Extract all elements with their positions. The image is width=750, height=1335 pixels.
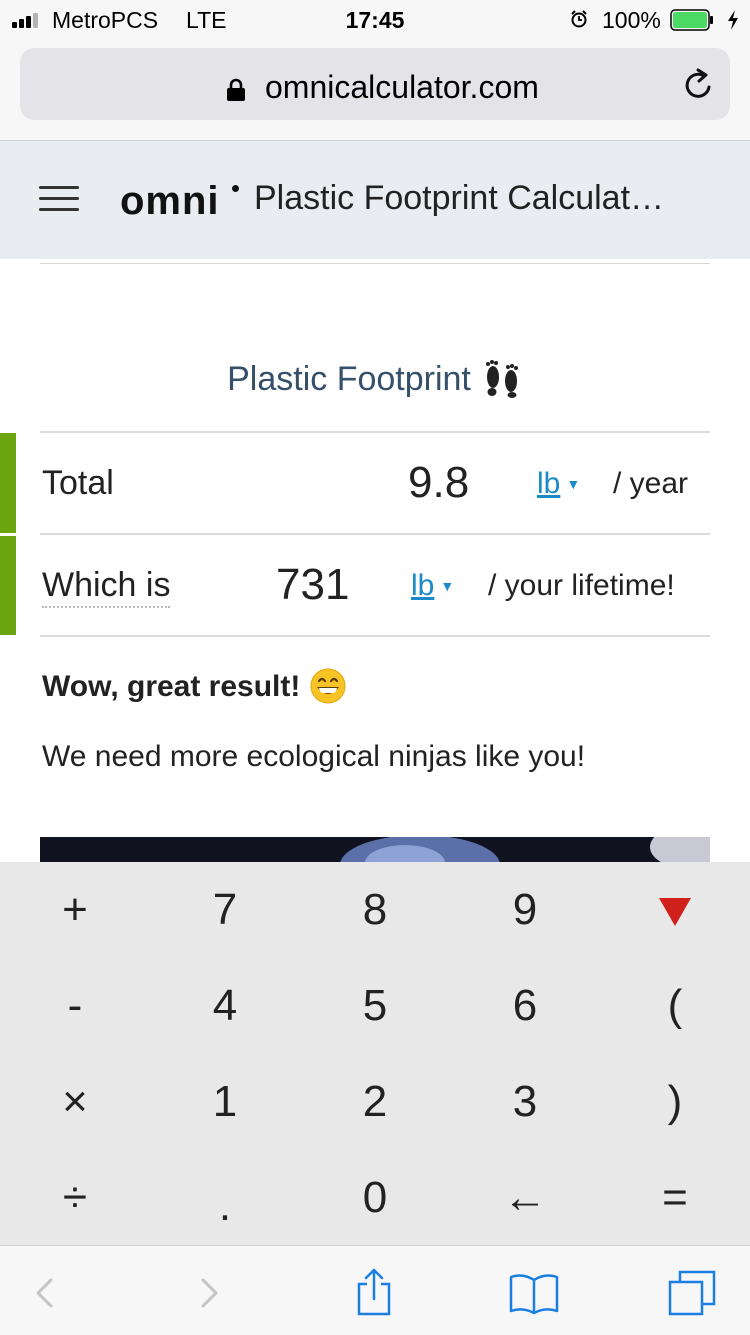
result-message: We need more ecological ninjas like you! (42, 740, 586, 773)
key-close-paren[interactable]: ) (600, 1054, 750, 1150)
address-bar[interactable]: omnicalculator.com (20, 48, 730, 120)
grinning-face-icon (310, 668, 346, 704)
dropdown-caret-icon: ▼ (566, 476, 581, 492)
section-title: Plastic Footprint (0, 358, 750, 399)
result-heading: Wow, great result! (42, 668, 346, 704)
key-6[interactable]: 6 (450, 958, 600, 1054)
browser-top-bar: omnicalculator.com (0, 40, 750, 141)
key-3[interactable]: 3 (450, 1054, 600, 1150)
row-accent-bar (0, 433, 16, 533)
total-unit-select[interactable]: lb ▼ (537, 467, 580, 501)
key-2[interactable]: 2 (300, 1054, 450, 1150)
key-plus[interactable]: + (0, 862, 150, 958)
omni-logo[interactable]: omni (120, 179, 220, 224)
key-8[interactable]: 8 (300, 862, 450, 958)
lifetime-suffix: / your lifetime! (488, 569, 675, 602)
lifetime-unit-select[interactable]: lb ▼ (411, 569, 454, 603)
dropdown-caret-icon: ▼ (440, 578, 455, 594)
key-9[interactable]: 9 (450, 862, 600, 958)
battery-icon (670, 9, 713, 31)
alarm-icon (571, 10, 587, 28)
key-decimal[interactable]: . (150, 1150, 300, 1246)
page-title: Plastic Footprint Calculat… (254, 179, 665, 217)
collapse-arrow-icon (659, 898, 691, 927)
reload-icon[interactable] (682, 68, 716, 102)
footprints-icon (485, 360, 518, 398)
tabs-icon[interactable] (668, 1268, 718, 1318)
bookmarks-icon[interactable] (509, 1268, 559, 1318)
charging-bolt-icon (728, 10, 738, 30)
lifetime-value[interactable]: 731 (276, 560, 349, 610)
divider (40, 263, 710, 264)
row-divider (40, 431, 710, 433)
lock-icon (227, 78, 245, 101)
total-value[interactable]: 9.8 (408, 458, 469, 508)
battery-percentage: 100% (602, 7, 661, 33)
ninja-image (40, 837, 710, 863)
lifetime-unit-label: lb (411, 569, 435, 602)
site-header: omni Plastic Footprint Calculat… (0, 141, 750, 259)
key-divide[interactable]: ÷ (0, 1150, 150, 1246)
key-minus[interactable]: - (0, 958, 150, 1054)
url-text[interactable]: omnicalculator.com (265, 69, 539, 106)
lifetime-label[interactable]: Which is (42, 566, 171, 608)
result-heading-text: Wow, great result! (42, 670, 301, 703)
forward-icon[interactable] (186, 1268, 236, 1318)
key-1[interactable]: 1 (150, 1054, 300, 1150)
key-equals[interactable]: = (600, 1150, 750, 1246)
section-title-text: Plastic Footprint (227, 360, 471, 398)
row-divider (40, 635, 710, 637)
keypad-collapse-button[interactable] (600, 862, 750, 958)
row-accent-bar (0, 536, 16, 635)
share-icon[interactable] (349, 1268, 399, 1318)
total-unit-label: lb (537, 467, 561, 500)
key-0[interactable]: 0 (300, 1150, 450, 1246)
key-open-paren[interactable]: ( (600, 958, 750, 1054)
status-bar: MetroPCS LTE 17:45 100% (0, 0, 750, 40)
back-icon[interactable] (18, 1268, 68, 1318)
calculator-keypad: +7 8 9 -4 5 6( × 1 2 3) ÷. 0 ← = (0, 862, 750, 1245)
row-divider (40, 533, 710, 535)
key-4[interactable]: 4 (150, 958, 300, 1054)
browser-toolbar (0, 1245, 750, 1335)
logo-dot (232, 185, 239, 192)
key-multiply[interactable]: × (0, 1054, 150, 1150)
key-5[interactable]: 5 (300, 958, 450, 1054)
key-backspace[interactable]: ← (450, 1150, 600, 1246)
total-suffix: / year (613, 467, 689, 500)
hamburger-menu-icon[interactable] (39, 186, 79, 212)
key-7[interactable]: 7 (150, 862, 300, 958)
total-label: Total (42, 464, 114, 502)
